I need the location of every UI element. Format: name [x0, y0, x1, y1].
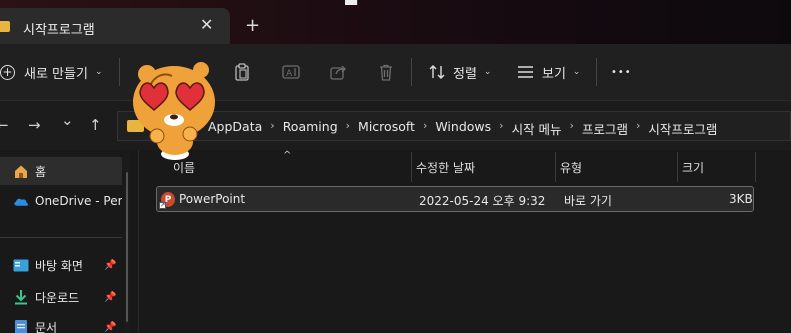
- file-type: 바로 가기: [564, 194, 612, 208]
- delete-icon: [380, 64, 392, 81]
- view-button[interactable]: 보기 ⌄: [517, 44, 580, 100]
- up-button[interactable]: ↑: [89, 116, 102, 134]
- pin-icon[interactable]: 📌: [104, 260, 116, 271]
- chevron-right-icon[interactable]: ›: [570, 119, 574, 138]
- paste-button[interactable]: [234, 44, 250, 100]
- download-icon: [13, 289, 29, 305]
- breadcrumb-item[interactable]: Roaming: [283, 119, 338, 138]
- add-icon: +: [0, 64, 15, 80]
- chevron-down-icon: ⌄: [483, 67, 492, 77]
- documents-icon: [13, 319, 29, 333]
- new-button[interactable]: + 새로 만들기 ⌄: [0, 44, 102, 100]
- sidebar-item-label: 홈: [35, 164, 47, 179]
- file-modified: 2022-05-24 오후 9:32: [419, 194, 546, 208]
- forward-button[interactable]: →: [28, 116, 41, 134]
- new-button-label: 새로 만들기: [24, 66, 88, 82]
- file-name: PowerPoint: [179, 192, 246, 206]
- tab-title: 시작프로그램: [23, 23, 95, 38]
- column-header-label: 크기: [682, 160, 705, 175]
- sidebar-item-label: 문서: [35, 320, 58, 333]
- scrollbar-thumb[interactable]: [126, 172, 128, 322]
- column-header-label: 수정한 날짜: [416, 160, 476, 175]
- home-icon: [13, 163, 29, 179]
- breadcrumb-item[interactable]: 시작 메뉴: [512, 119, 562, 138]
- share-icon: [330, 65, 346, 80]
- pin-icon[interactable]: 📌: [104, 322, 116, 333]
- column-header-label: 유형: [560, 160, 583, 175]
- view-icon: [518, 66, 533, 78]
- close-tab-icon[interactable]: ✕: [200, 15, 213, 34]
- rename-button[interactable]: A: [282, 44, 300, 100]
- sidebar-item-home[interactable]: 홈: [0, 157, 122, 185]
- chevron-down-icon: ⌄: [94, 67, 103, 77]
- rename-icon: A: [282, 65, 300, 79]
- toolbar-divider: [596, 58, 597, 86]
- view-label: 보기: [542, 66, 566, 82]
- file-list: ^ 이름 수정한 날짜 유형 크기 P ↗ PowerPoint 2022-05-…: [138, 150, 791, 333]
- sort-icon: [429, 65, 445, 79]
- sidebar-item-onedrive[interactable]: OneDrive - Pers: [0, 187, 122, 215]
- folder-icon: [0, 21, 10, 32]
- navigation-pane: 홈 OneDrive - Pers 바탕 화면 📌 다운로드 📌 문서 📌: [0, 150, 130, 333]
- recent-locations-button[interactable]: ⌄: [61, 111, 74, 129]
- back-button[interactable]: ←: [0, 116, 9, 134]
- more-icon: •••: [611, 66, 632, 78]
- sidebar-item-desktop[interactable]: 바탕 화면 📌: [0, 251, 122, 279]
- more-options-button[interactable]: •••: [611, 44, 632, 100]
- table-row[interactable]: P ↗ PowerPoint 2022-05-24 오후 9:32 바로 가기 3…: [156, 186, 754, 212]
- powerpoint-shortcut-icon: P ↗: [159, 192, 175, 209]
- sidebar-divider: [0, 237, 122, 238]
- chevron-down-icon: ⌄: [572, 67, 581, 77]
- breadcrumb: AppData › Roaming › Microsoft › Windows …: [208, 119, 717, 138]
- svg-text:A: A: [286, 69, 293, 79]
- share-button[interactable]: [330, 44, 347, 100]
- chevron-right-icon[interactable]: ›: [423, 119, 427, 138]
- breadcrumb-item[interactable]: 프로그램: [582, 119, 628, 138]
- desktop-icon: [13, 257, 29, 273]
- sidebar-item-label: 바탕 화면: [35, 258, 83, 273]
- paste-icon: [235, 63, 249, 81]
- new-tab-button[interactable]: +: [245, 17, 260, 35]
- sidebar-item-downloads[interactable]: 다운로드 📌: [0, 283, 122, 311]
- chevron-right-icon[interactable]: ›: [499, 119, 503, 138]
- toolbar-divider: [411, 58, 412, 86]
- column-header-type[interactable]: 유형: [556, 152, 678, 182]
- sticker-character-image: [133, 62, 215, 160]
- navigation-bar: ← → ⌄ ↑ AppData › Roaming › Microsoft › …: [0, 100, 791, 150]
- tab-startup[interactable]: 시작프로그램 ✕: [0, 8, 230, 44]
- background-window-divider: [357, 0, 358, 5]
- sort-label: 정렬: [453, 66, 477, 82]
- title-bar: 시작프로그램 ✕ +: [0, 0, 791, 44]
- chevron-right-icon[interactable]: ›: [270, 119, 274, 138]
- file-size: 3KB: [729, 192, 753, 206]
- column-header-size[interactable]: 크기: [678, 152, 756, 182]
- background-window-edge: [345, 0, 357, 5]
- sidebar-item-label: 다운로드: [35, 290, 80, 305]
- sidebar-scrollbar[interactable]: [124, 150, 130, 333]
- column-header-label: 이름: [173, 160, 196, 175]
- sort-button[interactable]: 정렬 ⌄: [429, 44, 491, 100]
- breadcrumb-item[interactable]: Microsoft: [358, 119, 415, 138]
- onedrive-icon: [13, 193, 29, 209]
- breadcrumb-item-current[interactable]: 시작프로그램: [648, 119, 717, 138]
- chevron-right-icon[interactable]: ›: [636, 119, 640, 138]
- sidebar-item-documents[interactable]: 문서 📌: [0, 313, 122, 333]
- command-bar: + 새로 만들기 ⌄ A 정렬 ⌄ 보기 ⌄ •••: [0, 44, 791, 100]
- breadcrumb-item[interactable]: Windows: [435, 119, 491, 138]
- column-header-modified[interactable]: 수정한 날짜: [412, 152, 556, 182]
- delete-button[interactable]: [378, 44, 394, 100]
- sidebar-item-label: OneDrive - Pers: [35, 194, 122, 208]
- pin-icon[interactable]: 📌: [104, 292, 116, 303]
- chevron-right-icon[interactable]: ›: [346, 119, 350, 138]
- toolbar-divider: [119, 58, 120, 86]
